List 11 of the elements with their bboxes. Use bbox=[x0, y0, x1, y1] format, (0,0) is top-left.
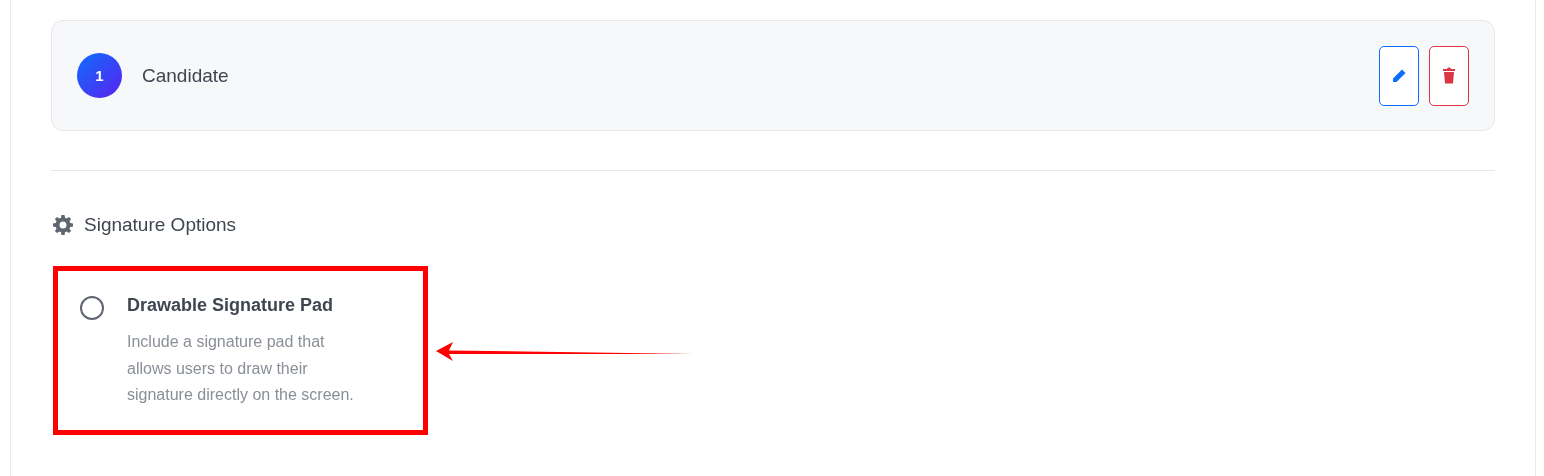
option-description: Include a signature pad that allows users to draw their signature directly on the screen. bbox=[127, 332, 355, 405]
step-title: Candidate bbox=[142, 64, 230, 87]
radio-button[interactable] bbox=[80, 296, 104, 320]
pencil-icon bbox=[1391, 67, 1407, 84]
option-title: Drawable Signature Pad bbox=[127, 295, 335, 316]
section-title: Signature Options bbox=[84, 214, 237, 236]
step-number-badge: 1 bbox=[77, 53, 122, 98]
trash-icon bbox=[1442, 67, 1456, 84]
edit-button[interactable] bbox=[1379, 45, 1419, 106]
delete-button[interactable] bbox=[1429, 45, 1469, 106]
gear-icon bbox=[53, 215, 73, 235]
